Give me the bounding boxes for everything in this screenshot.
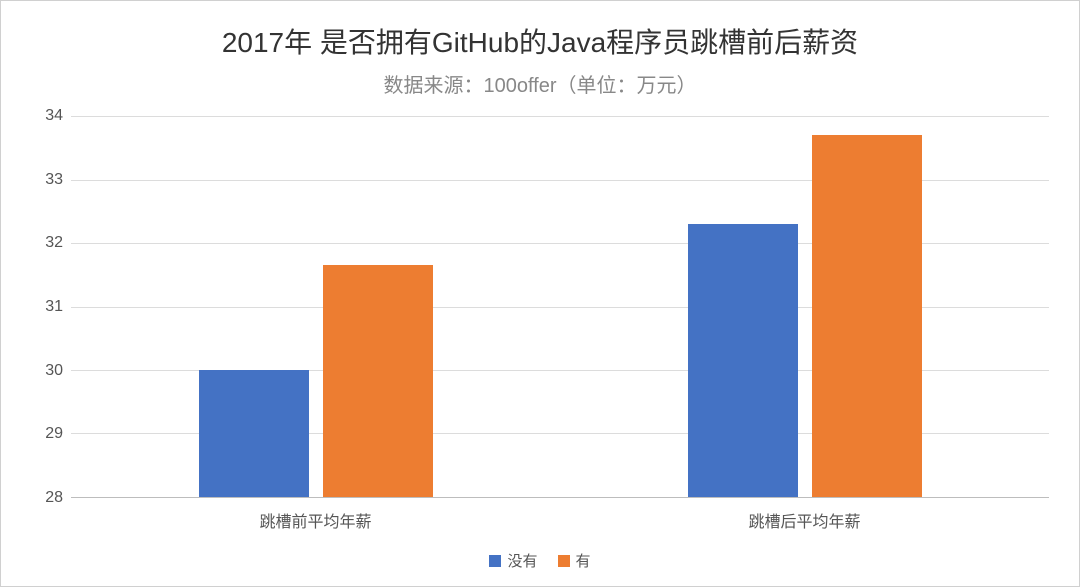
legend: 没有 有 bbox=[31, 550, 1049, 571]
y-tick: 33 bbox=[45, 171, 63, 189]
bar-no-github-after bbox=[688, 224, 798, 497]
legend-item-has-github: 有 bbox=[558, 550, 591, 571]
x-label-before: 跳槽前平均年薪 bbox=[71, 508, 560, 532]
chart-title: 2017年 是否拥有GitHub的Java程序员跳槽前后薪资 bbox=[31, 21, 1049, 61]
x-axis: 跳槽前平均年薪 跳槽后平均年薪 bbox=[71, 508, 1049, 532]
y-tick: 31 bbox=[45, 298, 63, 316]
bars-wrapper bbox=[71, 116, 1049, 497]
legend-item-no-github: 没有 bbox=[489, 550, 537, 571]
bar-group-before bbox=[71, 116, 560, 497]
plot-area: 34 33 32 31 30 29 28 bbox=[31, 116, 1049, 498]
chart-subtitle: 数据来源：100offer（单位：万元） bbox=[31, 69, 1049, 98]
y-tick: 28 bbox=[45, 489, 63, 507]
bar-has-github-after bbox=[812, 135, 922, 497]
legend-label: 没有 bbox=[507, 550, 537, 571]
grid-area bbox=[71, 116, 1049, 498]
legend-swatch-orange bbox=[558, 555, 570, 567]
y-tick: 34 bbox=[45, 107, 63, 125]
y-tick: 32 bbox=[45, 234, 63, 252]
y-tick: 30 bbox=[45, 362, 63, 380]
legend-swatch-blue bbox=[489, 555, 501, 567]
y-axis: 34 33 32 31 30 29 28 bbox=[31, 116, 71, 498]
bar-has-github-before bbox=[323, 265, 433, 497]
bar-group-after bbox=[560, 116, 1049, 497]
bar-no-github-before bbox=[199, 370, 309, 497]
x-label-after: 跳槽后平均年薪 bbox=[560, 508, 1049, 532]
legend-label: 有 bbox=[576, 550, 591, 571]
y-tick: 29 bbox=[45, 425, 63, 443]
chart-container: 2017年 是否拥有GitHub的Java程序员跳槽前后薪资 数据来源：100o… bbox=[1, 1, 1079, 586]
